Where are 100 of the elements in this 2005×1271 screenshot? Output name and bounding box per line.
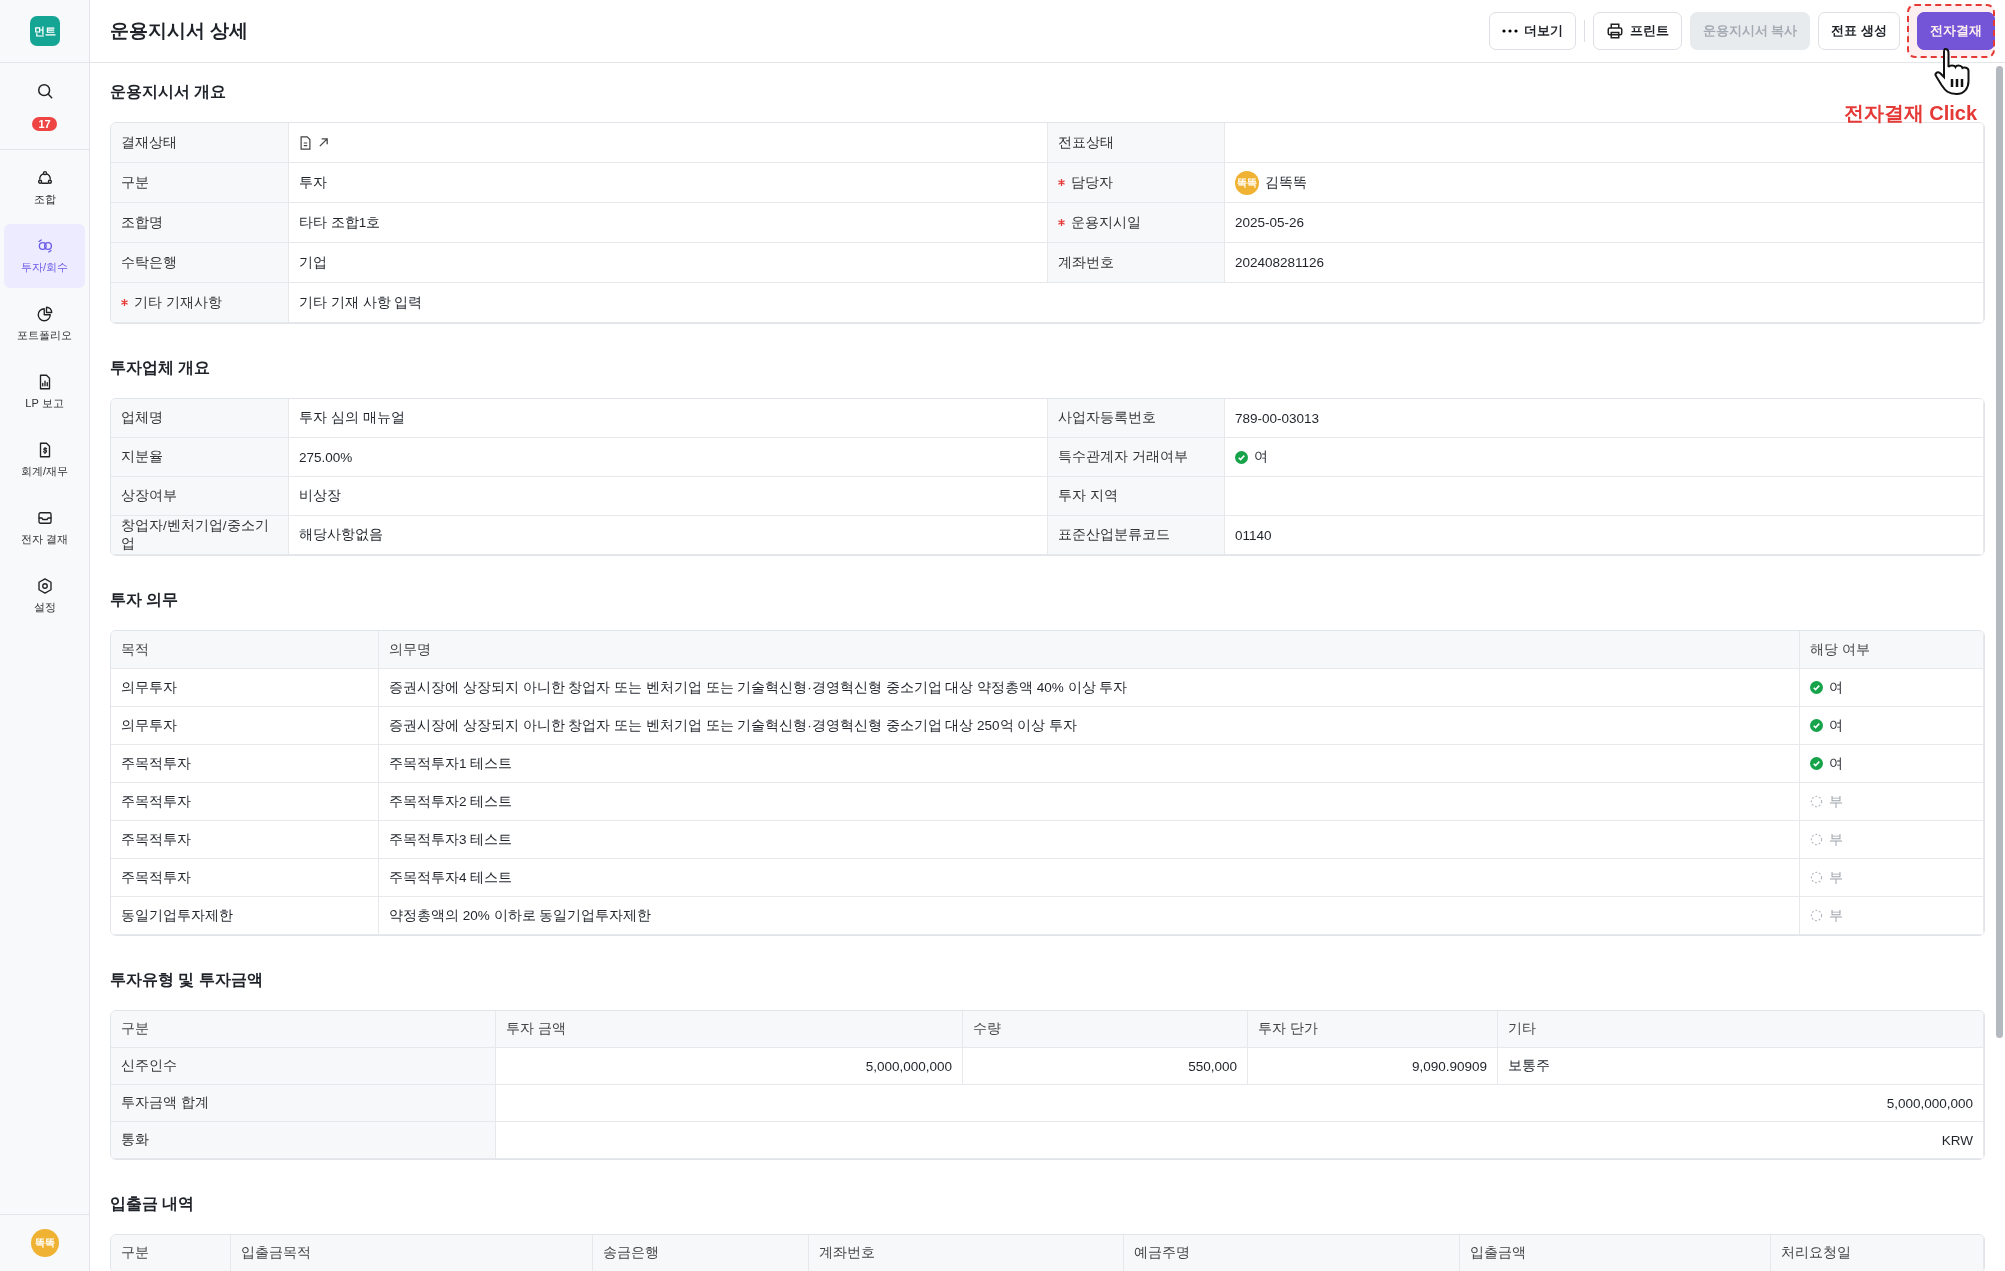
field-value: 2025-05-26 bbox=[1225, 203, 1984, 243]
table-cell: 주목적투자2 테스트 bbox=[379, 783, 1800, 821]
table-cell: 주목적투자3 테스트 bbox=[379, 821, 1800, 859]
field-value: 202408281126 bbox=[1225, 243, 1984, 283]
field-value: 789-00-03013 bbox=[1225, 399, 1984, 438]
column-header: 수량 bbox=[963, 1011, 1248, 1048]
field-label: 창업자/벤처기업/중소기업 bbox=[111, 516, 289, 555]
column-header: 구분 bbox=[111, 1235, 231, 1271]
toolbar-button[interactable]: 더보기 bbox=[1488, 12, 1576, 50]
nav-item[interactable]: 전자 결재 bbox=[4, 496, 85, 560]
field-label: 담당자 bbox=[1071, 173, 1113, 192]
field-label: 업체명 bbox=[111, 399, 289, 438]
user-avatar: 똑똑 bbox=[1235, 170, 1259, 195]
field-value: 타타 조합1호 bbox=[289, 203, 1048, 243]
column-header: 기타 bbox=[1498, 1011, 1984, 1048]
section-title: 투자 의무 bbox=[110, 590, 180, 610]
table-cell: 550,000 bbox=[963, 1048, 1248, 1085]
table-cell: 5,000,000,000 bbox=[496, 1048, 963, 1085]
settings-icon bbox=[35, 577, 54, 595]
field-label: 특수관계자 거래여부 bbox=[1048, 438, 1225, 477]
column-header: 구분 bbox=[111, 1011, 496, 1048]
field-label: 전표상태 bbox=[1048, 123, 1225, 163]
toolbar-button[interactable]: 전자결재 bbox=[1917, 12, 1995, 50]
status-text: 부 bbox=[1829, 830, 1843, 849]
field-value: 비상장 bbox=[289, 477, 1048, 516]
status-text: 여 bbox=[1829, 716, 1843, 735]
printer-icon bbox=[1605, 22, 1624, 40]
table-cell: 주목적투자 bbox=[111, 745, 379, 783]
column-header: 처리요청일 bbox=[1771, 1235, 1984, 1271]
column-header: 송금은행 bbox=[593, 1235, 809, 1271]
table-cell: 의무투자 bbox=[111, 707, 379, 745]
pie-chart-icon bbox=[35, 305, 54, 323]
nav-item[interactable]: 설정 bbox=[4, 564, 85, 628]
section-title: 입출금 내역 bbox=[110, 1194, 196, 1214]
column-header: 계좌번호 bbox=[809, 1235, 1124, 1271]
table-cell: 약정총액의 20% 이하로 동일기업투자제한 bbox=[379, 897, 1800, 935]
column-header: 투자 단가 bbox=[1248, 1011, 1498, 1048]
nav-item[interactable]: 포트폴리오 bbox=[4, 292, 85, 356]
field-value: 투자 bbox=[289, 163, 1048, 203]
field-label: 구분 bbox=[111, 163, 289, 203]
status-text: 부 bbox=[1829, 868, 1843, 887]
table-cell: 주목적투자 bbox=[111, 783, 379, 821]
status-text: 여 bbox=[1829, 754, 1843, 773]
table-cell: 주목적투자4 테스트 bbox=[379, 859, 1800, 897]
section-title: 운용지시서 개요 bbox=[110, 82, 228, 102]
field-label: 상장여부 bbox=[111, 477, 289, 516]
section-title: 투자유형 및 투자금액 bbox=[110, 970, 264, 990]
nav-item[interactable]: LP 보고 bbox=[4, 360, 85, 424]
field-value: 01140 bbox=[1225, 516, 1984, 555]
column-header: 투자 금액 bbox=[496, 1011, 963, 1048]
status-text: 부 bbox=[1829, 792, 1843, 811]
field-label: 표준산업분류코드 bbox=[1048, 516, 1225, 555]
column-header: 해당 여부 bbox=[1800, 631, 1984, 669]
field-value: 투자 심의 매뉴얼 bbox=[289, 399, 1048, 438]
table-cell: 9,090.90909 bbox=[1248, 1048, 1498, 1085]
table-cell: 신주인수 bbox=[111, 1048, 496, 1085]
field-value: 275.00% bbox=[289, 438, 1048, 477]
more-icon bbox=[1501, 29, 1518, 33]
nav-item[interactable]: 조합 bbox=[4, 156, 85, 220]
field-label: 사업자등록번호 bbox=[1048, 399, 1225, 438]
field-value: 기업 bbox=[289, 243, 1048, 283]
nav-item[interactable]: 회계/재무 bbox=[4, 428, 85, 492]
field-label: 수탁은행 bbox=[111, 243, 289, 283]
table-cell: KRW bbox=[496, 1122, 1984, 1159]
table-cell: 통화 bbox=[111, 1122, 496, 1159]
external-link-icon[interactable] bbox=[318, 137, 329, 148]
table-cell: 증권시장에 상장되지 아니한 창업자 또는 벤처기업 또는 기술혁신형·경영혁신형 중소기업 대상 약정총액 40% 이상 투자 bbox=[379, 669, 1800, 707]
nav-item[interactable]: 투자/회수 bbox=[4, 224, 85, 288]
field-label: 기타 기재사항 bbox=[134, 293, 222, 312]
table-cell: 주목적투자 bbox=[111, 859, 379, 897]
field-label: 투자 지역 bbox=[1048, 477, 1225, 516]
notification-badge[interactable]: 17 bbox=[32, 117, 57, 131]
table-cell: 의무투자 bbox=[111, 669, 379, 707]
column-header: 예금주명 bbox=[1124, 1235, 1460, 1271]
table-cell: 주목적투자 bbox=[111, 821, 379, 859]
table-cell: 보통주 bbox=[1498, 1048, 1984, 1085]
table-cell: 투자금액 합계 bbox=[111, 1085, 496, 1122]
scrollbar[interactable] bbox=[1996, 66, 2003, 1038]
field-label: 운용지시일 bbox=[1071, 213, 1141, 232]
inbox-icon bbox=[35, 509, 54, 527]
column-header: 목적 bbox=[111, 631, 379, 669]
field-value: 김똑똑 bbox=[1265, 173, 1307, 192]
toolbar-button[interactable]: 전표 생성 bbox=[1818, 12, 1900, 50]
status-text: 여 bbox=[1829, 678, 1843, 697]
column-header: 의무명 bbox=[379, 631, 1800, 669]
field-label: 지분율 bbox=[111, 438, 289, 477]
network-icon bbox=[35, 169, 54, 187]
status-text: 여 bbox=[1254, 448, 1268, 466]
table-cell: 5,000,000,000 bbox=[496, 1085, 1984, 1122]
column-header: 입출금액 bbox=[1460, 1235, 1771, 1271]
document-icon[interactable] bbox=[299, 135, 312, 150]
hand-cursor-icon bbox=[1933, 46, 1973, 98]
field-value: 기타 기재 사항 입력 bbox=[289, 283, 1984, 323]
field-label: 조합명 bbox=[111, 203, 289, 243]
annotation-text: 전자결재 Click bbox=[1843, 101, 1977, 126]
field-label: 결재상태 bbox=[111, 123, 289, 163]
toolbar-button[interactable]: 프린트 bbox=[1592, 12, 1682, 50]
section-title: 투자업체 개요 bbox=[110, 358, 212, 378]
page-title: 운용지시서 상세 bbox=[110, 19, 250, 43]
coins-icon bbox=[35, 237, 54, 255]
